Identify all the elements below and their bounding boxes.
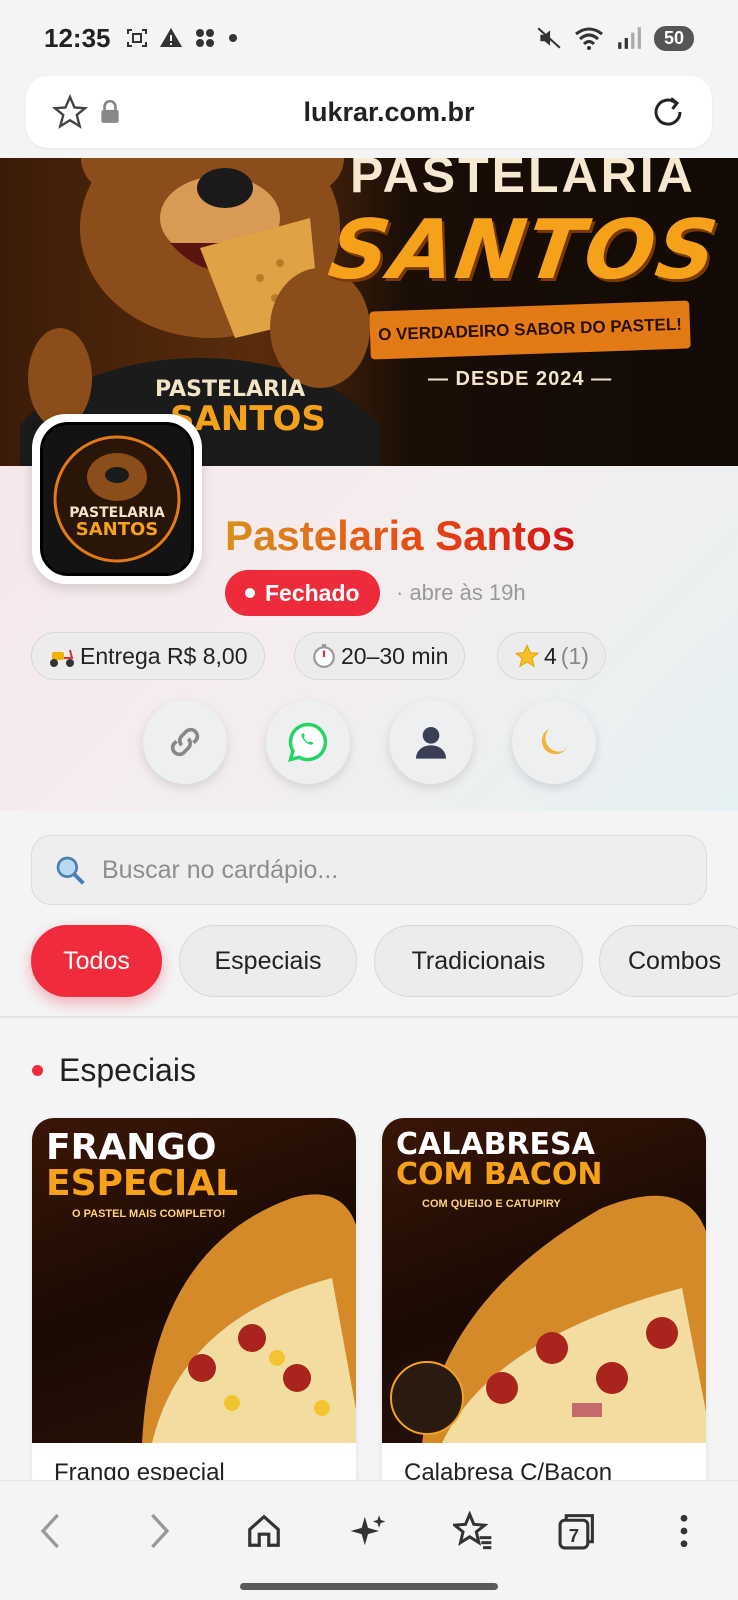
warning-icon: [159, 28, 182, 47]
address-bar[interactable]: lukrar.com.br: [26, 76, 712, 148]
store-status-text: Fechado: [265, 579, 360, 606]
store-name: Pastelaria Santos: [225, 512, 576, 559]
product-headline: CALABRESA COM BACON: [396, 1130, 603, 1190]
home-button[interactable]: [236, 1503, 292, 1559]
url-text[interactable]: lukrar.com.br: [130, 97, 648, 128]
dark-mode-button[interactable]: [512, 700, 596, 784]
mute-icon: [537, 27, 561, 49]
chevron-right-icon: [151, 1513, 170, 1549]
bookmarks-icon: [453, 1511, 492, 1550]
home-indicator: [240, 1583, 498, 1590]
section-header: Especiais: [32, 1052, 196, 1089]
dot-icon: [228, 34, 237, 42]
rating-count: (1): [560, 642, 589, 669]
search-icon: [56, 856, 85, 885]
tab-todos[interactable]: Todos: [31, 925, 162, 997]
signal-icon: [618, 27, 641, 49]
more-vertical-icon: [680, 1514, 688, 1548]
tabs-divider: [0, 1016, 738, 1018]
opening-time: · abre às 19h: [396, 580, 526, 605]
assistant-button[interactable]: [340, 1503, 396, 1559]
battery-indicator: 50: [653, 25, 694, 51]
banner-since: — DESDE 2024 —: [428, 368, 613, 390]
tab-especiais[interactable]: Especiais: [179, 925, 357, 997]
product-headline: FRANGO ESPECIAL: [46, 1130, 238, 1202]
product-subtitle: COM QUEIJO E CATUPIRY: [422, 1198, 561, 1210]
product-image: FRANGO ESPECIAL O PASTEL MAIS COMPLETO!: [32, 1118, 356, 1443]
tabs-icon: 7: [558, 1514, 594, 1550]
user-icon: [416, 727, 446, 759]
scooter-icon: [50, 649, 74, 667]
star-icon: [514, 643, 540, 668]
product-card[interactable]: CALABRESA COM BACON COM QUEIJO E CATUPIR…: [382, 1118, 706, 1498]
product-image: CALABRESA COM BACON COM QUEIJO E CATUPIR…: [382, 1118, 706, 1443]
rating-value: 4: [544, 642, 557, 669]
rating-chip: 4 (1): [497, 632, 606, 680]
browser-bottom-nav: 7: [0, 1480, 738, 1600]
status-time: 12:35: [44, 22, 111, 53]
timer-icon: [313, 644, 335, 668]
lock-icon: [90, 92, 130, 132]
forward-button[interactable]: [131, 1503, 187, 1559]
moon-icon: [541, 728, 568, 755]
menu-search-box[interactable]: [31, 835, 707, 905]
home-icon: [248, 1514, 280, 1547]
product-headline-line2: COM BACON: [396, 1157, 603, 1192]
tab-count: 7: [569, 1525, 579, 1546]
store-status-badge: Fechado: [225, 570, 380, 616]
banner-top-text: PASTELARIA: [350, 158, 696, 203]
whatsapp-icon: [287, 722, 328, 762]
wifi-icon: [575, 27, 603, 50]
product-headline-line1: CALABRESA: [396, 1127, 595, 1162]
store-logo-image: PASTELARIA SANTOS: [53, 435, 181, 563]
share-link-button[interactable]: [143, 700, 227, 784]
section-dot: [32, 1065, 43, 1076]
status-system-icons: 50: [536, 25, 694, 51]
chevron-left-icon: [40, 1513, 59, 1549]
back-button[interactable]: [23, 1503, 79, 1559]
bookmark-star-icon[interactable]: [50, 92, 90, 132]
product-subtitle: O PASTEL MAIS COMPLETO!: [72, 1208, 226, 1220]
profile-button[interactable]: [389, 700, 473, 784]
banner-title: SANTOS: [323, 203, 725, 298]
product-headline-line1: FRANGO: [46, 1127, 217, 1168]
tab-tradicionais[interactable]: Tradicionais: [374, 925, 583, 997]
logo-text-bottom: SANTOS: [76, 519, 159, 540]
section-title: Especiais: [59, 1052, 196, 1088]
tab-combos[interactable]: Combos: [599, 925, 738, 997]
more-menu-button[interactable]: [656, 1503, 712, 1559]
screenshot-icon: [126, 29, 147, 47]
product-card[interactable]: FRANGO ESPECIAL O PASTEL MAIS COMPLETO! …: [32, 1118, 356, 1498]
tabs-button[interactable]: 7: [549, 1503, 605, 1559]
store-logo: PASTELARIA SANTOS: [32, 414, 202, 584]
search-input[interactable]: [102, 855, 684, 885]
status-notification-icons: [125, 26, 239, 50]
status-dot: [245, 588, 255, 598]
bookmarks-button[interactable]: [445, 1503, 501, 1559]
reload-icon[interactable]: [648, 92, 688, 132]
product-headline-line2: ESPECIAL: [46, 1163, 239, 1204]
delivery-time-chip: 20–30 min: [294, 632, 466, 680]
delivery-fee-text: Entrega R$ 8,00: [80, 642, 248, 669]
status-bar: 12:35 50: [0, 0, 738, 76]
whatsapp-button[interactable]: [266, 700, 350, 784]
link-icon: [170, 727, 200, 757]
delivery-time-text: 20–30 min: [341, 642, 449, 669]
delivery-fee-chip: Entrega R$ 8,00: [31, 632, 265, 680]
apps-icon: [195, 29, 214, 47]
sparkle-icon: [350, 1515, 386, 1546]
banner-tagline: O VERDADEIRO SABOR DO PASTEL!: [369, 300, 691, 360]
